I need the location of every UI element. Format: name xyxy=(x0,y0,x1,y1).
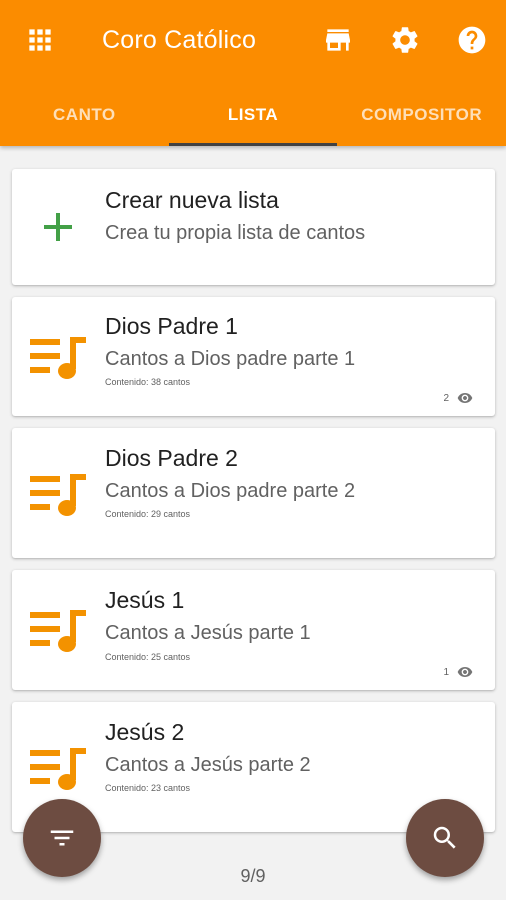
eye-icon xyxy=(457,393,473,403)
eye-icon xyxy=(457,667,473,677)
playlist-music-icon xyxy=(30,746,88,792)
tab-bar: CANTO LISTA COMPOSITOR xyxy=(0,84,506,146)
search-icon xyxy=(433,826,456,849)
list-item[interactable]: Jesús 1 Cantos a Jesús parte 1 Contenido… xyxy=(12,570,495,690)
playlist-music-icon xyxy=(30,608,88,654)
filter-button[interactable] xyxy=(23,799,101,877)
create-list-title: Crear nueva lista xyxy=(105,187,279,213)
list-item[interactable]: Dios Padre 2 Cantos a Dios padre parte 2… xyxy=(12,428,495,558)
list-item[interactable]: Dios Padre 1 Cantos a Dios padre parte 1… xyxy=(12,297,495,416)
list-title: Jesús 1 xyxy=(105,587,185,613)
filter-icon xyxy=(50,830,74,846)
list-content-count: Contenido: 23 cantos xyxy=(105,783,191,793)
plus-icon xyxy=(34,203,82,251)
help-icon[interactable] xyxy=(456,24,488,56)
list-subtitle: Cantos a Jesús parte 2 xyxy=(105,754,311,776)
playlist-music-icon xyxy=(30,472,88,518)
apps-icon[interactable] xyxy=(24,24,56,56)
playlist-music-icon xyxy=(30,335,88,381)
list-title: Dios Padre 2 xyxy=(105,445,238,471)
app-bar: Coro Católico CANTO LISTA COMPOSITOR xyxy=(0,0,506,146)
toolbar: Coro Católico xyxy=(0,0,506,84)
tab-lista[interactable]: LISTA xyxy=(168,84,338,146)
tab-compositor[interactable]: COMPOSITOR xyxy=(337,84,506,146)
tab-canto[interactable]: CANTO xyxy=(0,84,169,146)
search-button[interactable] xyxy=(406,799,484,877)
create-list-subtitle: Crea tu propia lista de cantos xyxy=(105,222,366,244)
settings-icon[interactable] xyxy=(389,24,421,56)
app-title: Coro Católico xyxy=(102,26,257,54)
views-count: 2 xyxy=(443,390,473,406)
list-content-count: Contenido: 29 cantos xyxy=(105,509,191,519)
views-number: 1 xyxy=(443,666,449,678)
create-list-card[interactable]: Crear nueva lista Crea tu propia lista d… xyxy=(12,169,495,285)
list-subtitle: Cantos a Jesús parte 1 xyxy=(105,622,311,644)
list-subtitle: Cantos a Dios padre parte 1 xyxy=(105,348,356,370)
list-content-count: Contenido: 38 cantos xyxy=(105,377,191,387)
list-title: Dios Padre 1 xyxy=(105,313,238,339)
store-icon[interactable] xyxy=(322,24,354,56)
list-content-count: Contenido: 25 cantos xyxy=(105,652,191,662)
list-title: Jesús 2 xyxy=(105,719,185,745)
views-number: 2 xyxy=(443,392,449,404)
list-subtitle: Cantos a Dios padre parte 2 xyxy=(105,480,356,502)
views-count: 1 xyxy=(443,664,473,680)
